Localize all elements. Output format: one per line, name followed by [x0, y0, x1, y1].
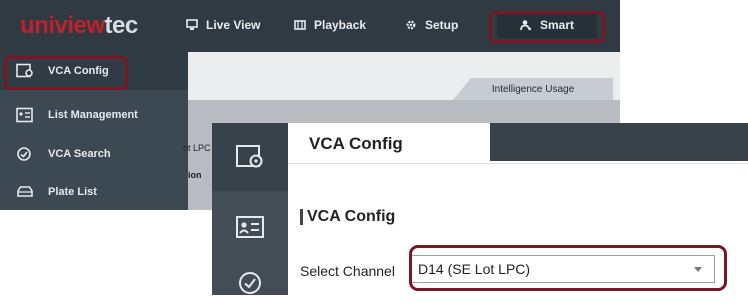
- channel-highlight-outline: [409, 245, 727, 291]
- vca-config-highlight-outline: [4, 56, 128, 90]
- nav-setup-label: Setup: [425, 18, 459, 32]
- zoomed-sidebar-item-list-management[interactable]: [212, 199, 288, 255]
- header-divider: [288, 163, 748, 164]
- list-card-icon: [236, 216, 264, 238]
- zoomed-sidebar-item-vca-search[interactable]: [212, 263, 288, 303]
- page-title: VCA Config: [309, 134, 403, 153]
- sidebar-item-label: List Management: [48, 109, 138, 121]
- header-dark-bar: [490, 123, 748, 161]
- smart-highlight-outline: [489, 11, 605, 43]
- film-icon: [294, 20, 306, 30]
- sidebar-item-plate-list[interactable]: Plate List: [0, 173, 188, 211]
- vca-search-icon: [16, 146, 38, 162]
- vca-config-icon: [236, 145, 263, 168]
- zoomed-vca-config-panel: VCA Config VCA Config Select Channel D14…: [212, 123, 748, 295]
- zoomed-header: VCA Config: [288, 123, 748, 163]
- partial-channel-text: ot LPC: [183, 143, 211, 153]
- car-icon: [16, 184, 38, 200]
- section-marker: [300, 209, 303, 225]
- nav-playback-label: Playback: [314, 18, 367, 32]
- gear-icon: [406, 20, 416, 30]
- uniview-logo: uni view tec: [20, 12, 138, 39]
- nav-setup[interactable]: Setup: [405, 12, 458, 38]
- zoomed-sidebar: [212, 123, 288, 295]
- zoomed-sidebar-item-vca-config[interactable]: [212, 123, 288, 191]
- nav-live-view[interactable]: Live View: [186, 12, 260, 38]
- monitor-icon: [186, 19, 198, 30]
- sidebar-item-list-management[interactable]: List Management: [0, 96, 188, 134]
- partial-column-header: ion: [188, 170, 202, 180]
- vca-search-icon: [239, 272, 261, 294]
- select-channel-label: Select Channel: [300, 263, 395, 279]
- tab-intelligence-usage[interactable]: Intelligence Usage: [453, 78, 613, 100]
- section-title: VCA Config: [300, 208, 395, 226]
- nav-playback[interactable]: Playback: [294, 12, 366, 38]
- section-title-text: VCA Config: [307, 208, 396, 225]
- list-card-icon: [16, 107, 38, 123]
- nav-live-view-label: Live View: [206, 18, 261, 32]
- sidebar-item-vca-search[interactable]: VCA Search: [0, 135, 188, 173]
- sidebar-item-label: VCA Search: [48, 148, 111, 160]
- sidebar-item-label: Plate List: [48, 186, 97, 198]
